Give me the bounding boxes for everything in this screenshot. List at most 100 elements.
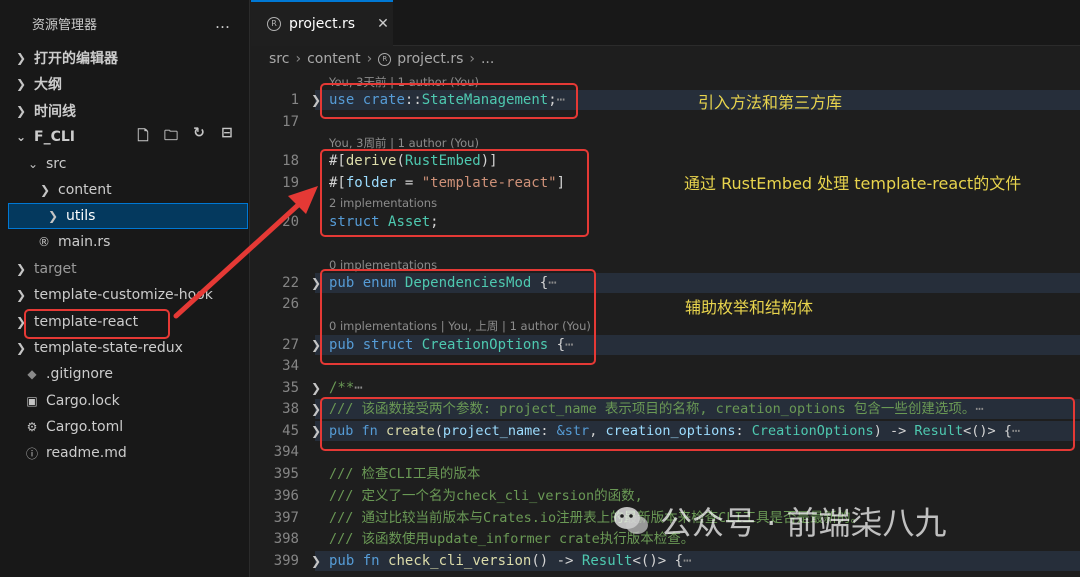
- code-line: pub fn check_cli_version() -> Result<()>…: [329, 553, 692, 569]
- tree-item-target[interactable]: ❯ target: [0, 256, 250, 282]
- code-line: /**⋯: [329, 380, 363, 396]
- annotation-box-enum-struct: [320, 269, 596, 365]
- close-icon[interactable]: ✕: [377, 16, 389, 32]
- fold-chevron-icon[interactable]: ❯: [311, 378, 323, 398]
- breadcrumb-item[interactable]: src: [269, 51, 289, 67]
- chevron-down-icon: ⌄: [27, 157, 39, 171]
- refresh-icon[interactable]: ↻: [190, 125, 208, 149]
- tree-label: .gitignore: [46, 366, 113, 382]
- line-number: 27: [282, 337, 299, 353]
- breadcrumb-item[interactable]: content: [307, 51, 361, 67]
- tree-item-main-rs[interactable]: ® main.rs: [0, 229, 250, 255]
- explorer-title: 资源管理器: [32, 17, 98, 33]
- line-number: 395: [273, 466, 299, 482]
- chevron-right-icon: ›: [366, 51, 373, 67]
- chevron-right-icon: ❯: [15, 288, 27, 302]
- line-number: 1: [290, 92, 299, 108]
- section-project-f-cli[interactable]: ⌄ F_CLI 🗋 🗀 ↻ ⊟: [0, 124, 250, 150]
- section-outline[interactable]: ❯ 大纲: [0, 71, 250, 97]
- gear-file-icon: ⚙: [26, 420, 38, 434]
- annotation-box-template-react: [24, 309, 170, 339]
- line-number: 394: [273, 444, 299, 460]
- tree-label: Cargo.toml: [46, 419, 124, 435]
- chevron-right-icon: ❯: [15, 104, 27, 118]
- tab-label: project.rs: [289, 16, 356, 32]
- wechat-icon: [614, 507, 648, 534]
- line-number: 397: [273, 510, 299, 526]
- chevron-right-icon: ›: [469, 51, 475, 67]
- section-label: 打开的编辑器: [34, 51, 118, 67]
- new-file-icon[interactable]: 🗋: [134, 125, 152, 149]
- tree-label: template-state-redux: [34, 340, 183, 356]
- tree-item-content[interactable]: ❯ content: [0, 177, 250, 203]
- tree-item-src[interactable]: ⌄ src: [0, 151, 250, 177]
- section-timeline[interactable]: ❯ 时间线: [0, 98, 250, 124]
- explorer-sidebar: 资源管理器 … ❯ 打开的编辑器 ❯ 大纲 ❯ 时间线 ⌄ F_CLI 🗋 🗀 …: [0, 0, 250, 577]
- tree-item-readme-md[interactable]: ⓘ readme.md: [0, 440, 250, 466]
- rust-file-icon: R: [378, 52, 392, 66]
- code-line: /// 定义了一个名为check_cli_version的函数,: [329, 488, 643, 504]
- section-label: 大纲: [34, 77, 62, 93]
- tree-label: template-customize-hook: [34, 287, 213, 303]
- explorer-toolbar: 🗋 🗀 ↻ ⊟: [134, 125, 236, 149]
- git-file-icon: ◆: [27, 367, 37, 381]
- annotation-box-create-fn: [320, 397, 1075, 451]
- tree-label: main.rs: [58, 234, 111, 250]
- tree-label: src: [46, 156, 67, 172]
- rust-file-icon: R: [267, 17, 281, 31]
- annotation-note-enum-struct: 辅助枚举和结构体: [685, 298, 814, 317]
- tree-label: readme.md: [46, 445, 127, 461]
- rust-file-icon: ®: [38, 235, 50, 249]
- line-number: 17: [282, 114, 299, 130]
- chevron-down-icon: ⌄: [15, 130, 27, 144]
- tree-item-utils[interactable]: ❯ utils: [8, 203, 248, 229]
- watermark: 公众号 · 前端柒八九: [612, 498, 947, 544]
- project-label: F_CLI: [34, 129, 75, 145]
- more-actions-icon[interactable]: …: [215, 14, 231, 32]
- line-number: 22: [282, 275, 299, 291]
- tree-label: content: [58, 182, 112, 198]
- line-number: 398: [273, 531, 299, 547]
- new-folder-icon[interactable]: 🗀: [162, 125, 180, 149]
- line-number: 35: [282, 380, 299, 396]
- annotation-box-imports: [320, 83, 578, 119]
- tree-item-gitignore[interactable]: ◆ .gitignore: [0, 361, 250, 387]
- annotation-note-imports: 引入方法和第三方库: [698, 93, 843, 112]
- tree-label: target: [34, 261, 77, 277]
- line-number: 399: [273, 553, 299, 569]
- explorer-header: 资源管理器 …: [0, 0, 249, 46]
- collapse-all-icon[interactable]: ⊟: [218, 125, 236, 149]
- section-open-editors[interactable]: ❯ 打开的编辑器: [0, 45, 250, 71]
- chevron-right-icon: ❯: [15, 341, 27, 355]
- line-number: 38: [282, 401, 299, 417]
- tree-item-cargo-toml[interactable]: ⚙ Cargo.toml: [0, 414, 250, 440]
- line-number: 45: [282, 423, 299, 439]
- line-number: 18: [282, 153, 299, 169]
- line-number: 20: [282, 214, 299, 230]
- chevron-right-icon: ❯: [15, 77, 27, 91]
- chevron-right-icon: ›: [295, 51, 302, 67]
- tree-item-cargo-lock[interactable]: ▣ Cargo.lock: [0, 388, 250, 414]
- line-number: 34: [282, 358, 299, 374]
- line-number: 26: [282, 296, 299, 312]
- chevron-right-icon: ❯: [39, 183, 51, 197]
- info-file-icon: ⓘ: [25, 446, 38, 461]
- editor-tabbar: R project.rs ✕: [251, 0, 1080, 46]
- tree-label: Cargo.lock: [46, 393, 120, 409]
- chevron-right-icon: ❯: [15, 262, 27, 276]
- lock-file-icon: ▣: [26, 394, 38, 408]
- line-number: 19: [282, 175, 299, 191]
- breadcrumb-item[interactable]: project.rs: [397, 51, 463, 67]
- chevron-right-icon: ❯: [47, 209, 59, 223]
- chevron-right-icon: ❯: [15, 51, 27, 65]
- section-label: 时间线: [34, 104, 76, 120]
- breadcrumb: src › content › R project.rs › ...: [269, 46, 494, 72]
- tab-project-rs[interactable]: R project.rs ✕: [251, 0, 393, 46]
- tree-label: utils: [66, 208, 96, 224]
- line-number: 396: [273, 488, 299, 504]
- tree-item-template-customize-hook[interactable]: ❯ template-customize-hook: [0, 282, 250, 308]
- fold-chevron-icon[interactable]: ❯: [311, 551, 323, 571]
- annotation-box-rust-embed: [320, 149, 589, 237]
- annotation-note-rust-embed: 通过 RustEmbed 处理 template-react的文件: [684, 174, 1022, 193]
- breadcrumb-item[interactable]: ...: [481, 51, 494, 67]
